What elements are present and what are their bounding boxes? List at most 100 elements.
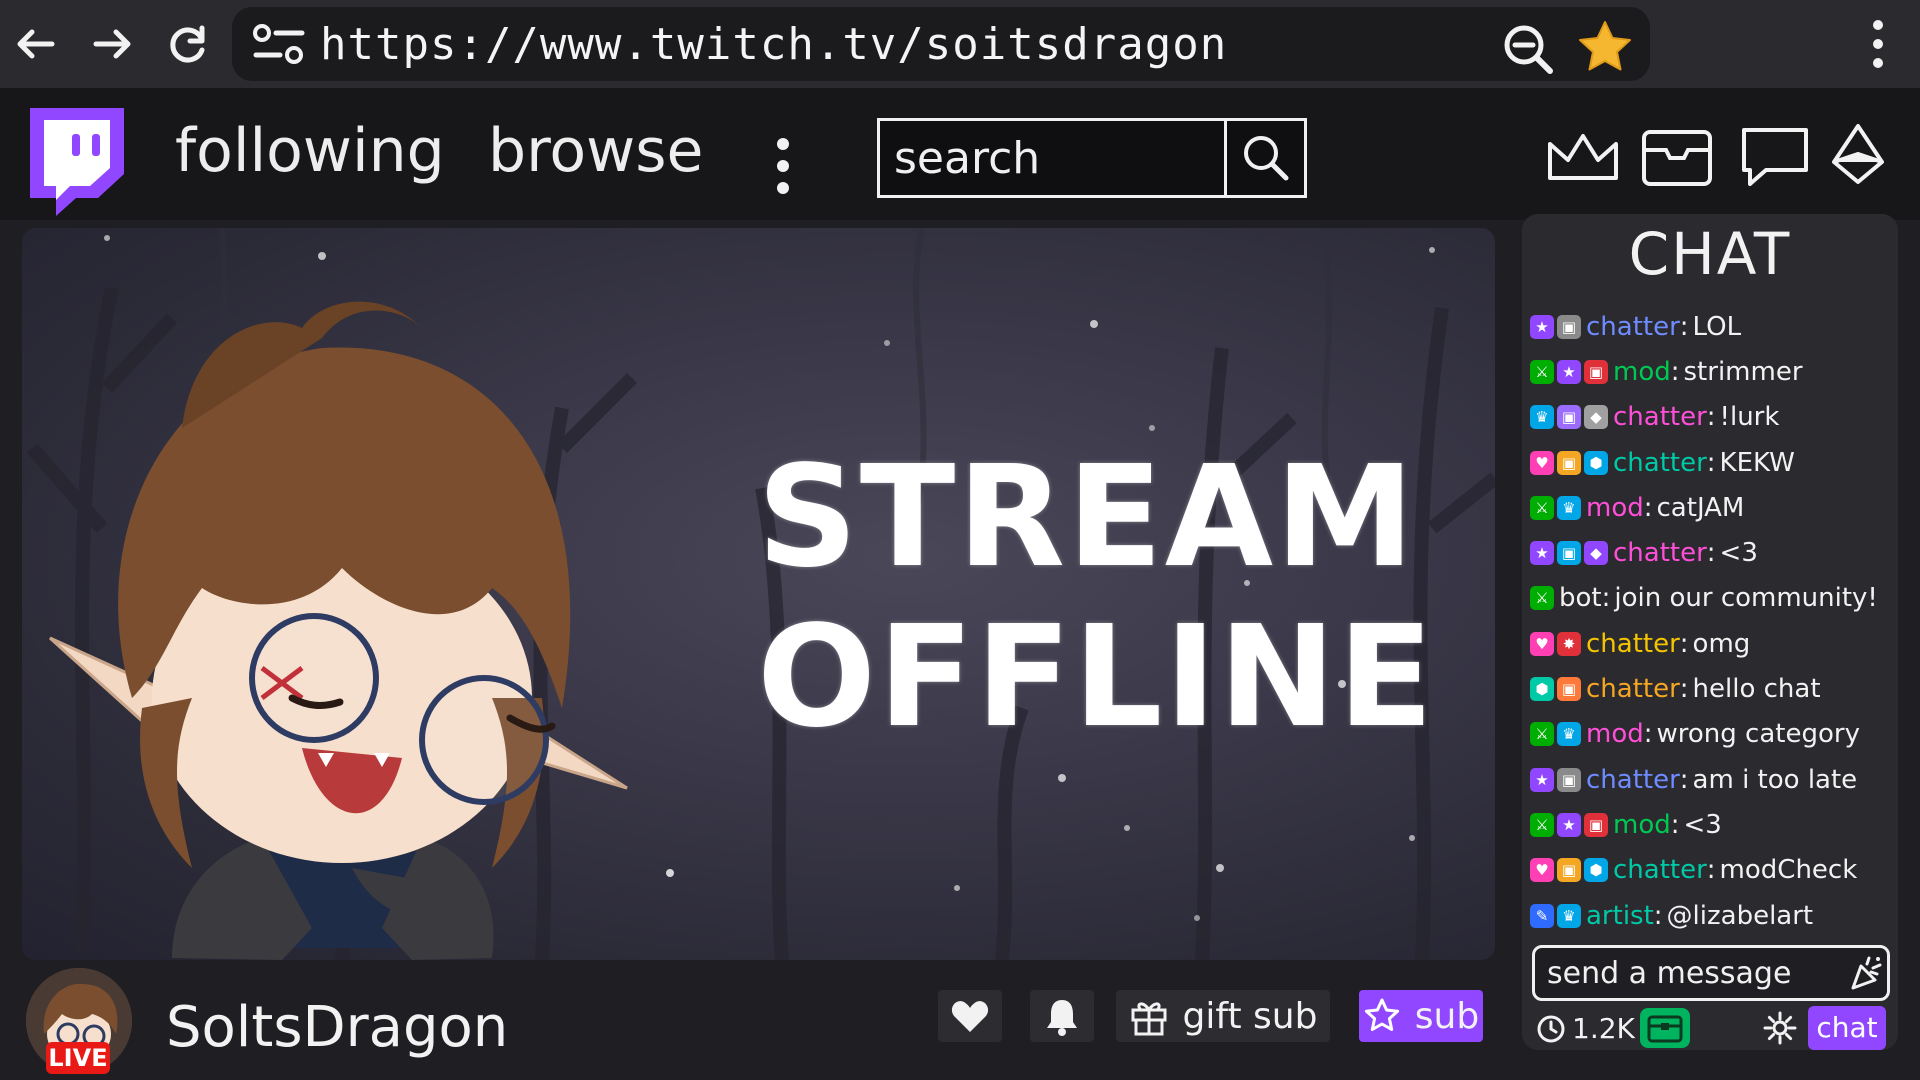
- search-button[interactable]: [1224, 121, 1304, 195]
- chat-separator: :: [1706, 447, 1716, 478]
- tune-icon[interactable]: [250, 21, 310, 69]
- nav-following-link[interactable]: following: [175, 116, 445, 186]
- mod-icon[interactable]: ⚔: [1530, 359, 1554, 384]
- spark-icon[interactable]: ✸: [1557, 631, 1581, 656]
- search-input[interactable]: [880, 121, 1224, 195]
- mod-icon[interactable]: ⚔: [1530, 495, 1554, 520]
- heart-icon[interactable]: ♥: [1530, 858, 1554, 883]
- gift-icon[interactable]: ▣: [1557, 541, 1581, 566]
- prime-icon[interactable]: ★: [1530, 314, 1554, 339]
- gear-icon[interactable]: [1762, 1010, 1798, 1046]
- gift-icon[interactable]: ▣: [1557, 677, 1581, 702]
- hexagon-icon[interactable]: ⬢: [1530, 677, 1554, 702]
- forward-button[interactable]: [84, 16, 140, 72]
- crown-icon[interactable]: ♛: [1557, 495, 1581, 520]
- chat-username[interactable]: mod: [1586, 719, 1644, 749]
- notifications-button[interactable]: [1030, 990, 1094, 1042]
- site-header: following browse: [0, 88, 1920, 220]
- browser-toolbar: https://www.twitch.tv/soitsdragon: [0, 0, 1920, 88]
- chat-message-text: !lurk: [1719, 402, 1780, 433]
- chat-message-text: join our community!: [1614, 583, 1878, 614]
- mod-icon[interactable]: ⚔: [1530, 812, 1554, 837]
- crown-icon[interactable]: ♛: [1530, 405, 1554, 430]
- heart-icon[interactable]: ♥: [1530, 450, 1554, 475]
- mod-icon[interactable]: ⚔: [1530, 586, 1554, 611]
- chat-message-text: KEKW: [1719, 447, 1795, 478]
- inbox-icon[interactable]: [1638, 122, 1716, 192]
- prime-icon[interactable]: ★: [1557, 812, 1581, 837]
- chat-username[interactable]: chatter: [1586, 629, 1680, 659]
- star-icon[interactable]: [1574, 17, 1636, 79]
- brush-icon[interactable]: ✎: [1530, 903, 1554, 928]
- chat-separator: :: [1706, 855, 1716, 886]
- whispers-icon[interactable]: [1736, 122, 1814, 192]
- vip-icon[interactable]: ◆: [1584, 405, 1608, 430]
- hexagon-icon[interactable]: ⬢: [1584, 450, 1608, 475]
- chat-message: ⚔ ★ ▣ mod: strimmer: [1530, 349, 1898, 394]
- channel-name[interactable]: SoltsDragon: [166, 995, 508, 1060]
- hexagon-icon[interactable]: ⬢: [1584, 858, 1608, 883]
- chat-username[interactable]: chatter: [1613, 448, 1707, 478]
- kebab-menu-icon[interactable]: [770, 136, 796, 196]
- chat-username[interactable]: artist: [1586, 901, 1654, 931]
- chat-separator: :: [1670, 809, 1680, 840]
- chat-username[interactable]: chatter: [1613, 855, 1707, 885]
- prime-icon[interactable]: ★: [1557, 359, 1581, 384]
- bits-icon[interactable]: [1816, 122, 1900, 192]
- address-bar[interactable]: https://www.twitch.tv/soitsdragon: [232, 7, 1650, 81]
- gift-icon[interactable]: ▣: [1584, 812, 1608, 837]
- gift-icon[interactable]: ▣: [1557, 767, 1581, 792]
- gift-icon[interactable]: ▣: [1584, 359, 1608, 384]
- chat-message-text: wrong category: [1656, 719, 1860, 750]
- chat-username[interactable]: chatter: [1586, 312, 1680, 342]
- crown-icon[interactable]: ♛: [1557, 903, 1581, 928]
- crown-icon[interactable]: ♛: [1557, 722, 1581, 747]
- gift-sub-button[interactable]: gift sub: [1116, 990, 1330, 1042]
- url-text[interactable]: https://www.twitch.tv/soitsdragon: [320, 19, 1227, 70]
- chat-message: ⚔ ♛ mod: wrong category: [1530, 712, 1898, 757]
- follow-button[interactable]: [938, 990, 1002, 1042]
- chat-username[interactable]: chatter: [1613, 538, 1707, 568]
- twitch-logo-icon[interactable]: [18, 102, 130, 218]
- chat-separator: :: [1643, 719, 1653, 750]
- gift-icon[interactable]: ▣: [1557, 314, 1581, 339]
- reload-icon: [170, 25, 205, 63]
- chat-message: ★ ▣ chatter: am i too late: [1530, 757, 1898, 802]
- chat-separator: :: [1679, 311, 1689, 342]
- chat-input[interactable]: [1535, 948, 1835, 998]
- crown-icon[interactable]: [1544, 122, 1622, 192]
- chat-separator: :: [1679, 674, 1689, 705]
- back-button[interactable]: [8, 16, 64, 72]
- chat-separator: :: [1653, 900, 1663, 931]
- chat-username[interactable]: bot: [1559, 583, 1602, 613]
- chat-message: ⚔ bot: join our community!: [1530, 576, 1898, 621]
- reload-button[interactable]: [160, 16, 216, 72]
- kebab-menu-icon[interactable]: [1858, 16, 1898, 72]
- heart-icon[interactable]: ♥: [1530, 631, 1554, 656]
- gift-icon[interactable]: ▣: [1557, 405, 1581, 430]
- chat-send-button[interactable]: chat: [1808, 1006, 1886, 1050]
- chat-username[interactable]: chatter: [1586, 674, 1680, 704]
- party-popper-icon[interactable]: [1847, 954, 1885, 992]
- mod-icon[interactable]: ⚔: [1530, 722, 1554, 747]
- video-player[interactable]: STREAM OFFLINE: [22, 228, 1495, 960]
- prime-icon[interactable]: ★: [1530, 767, 1554, 792]
- chat-message-text: modCheck: [1719, 855, 1858, 886]
- zoom-out-icon[interactable]: [1500, 21, 1556, 77]
- chat-username[interactable]: mod: [1586, 493, 1644, 523]
- drop-icon[interactable]: ◆: [1584, 541, 1608, 566]
- chat-message-text: catJAM: [1656, 492, 1745, 523]
- chat-message-text: LOL: [1692, 311, 1742, 342]
- channel-points-button[interactable]: [1640, 1008, 1690, 1048]
- gift-icon[interactable]: ▣: [1557, 450, 1581, 475]
- chat-username[interactable]: mod: [1613, 810, 1671, 840]
- nav-browse-link[interactable]: browse: [488, 116, 703, 186]
- prime-icon[interactable]: ★: [1530, 541, 1554, 566]
- subscribe-button[interactable]: sub: [1359, 990, 1483, 1042]
- chat-username[interactable]: chatter: [1613, 402, 1707, 432]
- chat-username[interactable]: mod: [1613, 357, 1671, 387]
- chat-panel: CHAT ★ ▣ chatter: LOL ⚔ ★ ▣ mod: strimmer ♛ ▣ ◆ chat…: [1522, 214, 1898, 1050]
- gift-icon[interactable]: ▣: [1557, 858, 1581, 883]
- chat-separator: :: [1679, 628, 1689, 659]
- chat-username[interactable]: chatter: [1586, 765, 1680, 795]
